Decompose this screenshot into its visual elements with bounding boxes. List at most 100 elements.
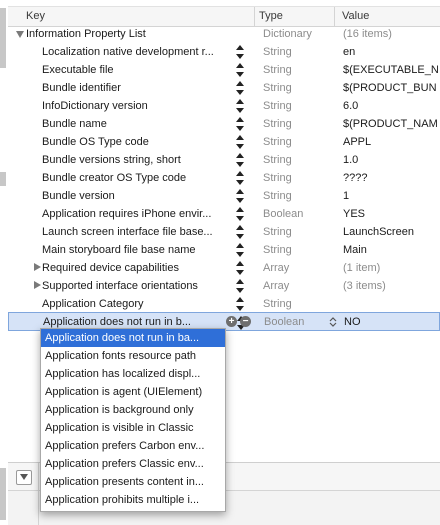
- plist-row[interactable]: Localization native development r... Stri…: [8, 43, 440, 61]
- row-type[interactable]: Array: [263, 280, 289, 292]
- row-key[interactable]: Required device capabilities: [42, 262, 179, 274]
- scroll-segment[interactable]: [0, 468, 6, 520]
- row-type[interactable]: String: [263, 172, 292, 184]
- disclosure-triangle-icon[interactable]: [16, 31, 24, 38]
- remove-circle-icon[interactable]: −: [240, 316, 251, 327]
- row-key[interactable]: Bundle version: [42, 190, 115, 202]
- row-key[interactable]: Main storyboard file base name: [42, 244, 195, 256]
- add-circle-icon[interactable]: +: [226, 316, 237, 327]
- row-type[interactable]: Array: [263, 262, 289, 274]
- dropdown-item[interactable]: Application prohibits multiple i...: [41, 491, 225, 509]
- row-value[interactable]: en: [343, 46, 355, 58]
- row-key[interactable]: Bundle identifier: [42, 82, 121, 94]
- updown-arrows-icon[interactable]: [236, 63, 244, 77]
- row-key[interactable]: Launch screen interface file base...: [42, 226, 213, 238]
- dropdown-item[interactable]: Application is agent (UIElement): [41, 383, 225, 401]
- row-value[interactable]: (3 items): [343, 280, 386, 292]
- plist-row[interactable]: Bundle version String 1: [8, 187, 440, 205]
- updown-arrows-icon[interactable]: [236, 279, 244, 293]
- row-type[interactable]: String: [263, 64, 292, 76]
- row-key[interactable]: Localization native development r...: [42, 46, 214, 58]
- dropdown-item[interactable]: Application has localized displ...: [41, 365, 225, 383]
- row-type[interactable]: String: [263, 136, 292, 148]
- plist-row[interactable]: Required device capabilities Array (1 item…: [8, 259, 440, 277]
- dropdown-item[interactable]: Application presents content in...: [41, 473, 225, 491]
- row-value[interactable]: YES: [343, 208, 365, 220]
- plist-row[interactable]: Main storyboard file base name String Main: [8, 241, 440, 259]
- updown-arrows-icon[interactable]: [236, 99, 244, 113]
- column-divider[interactable]: [254, 7, 255, 26]
- row-type[interactable]: String: [263, 118, 292, 130]
- row-value[interactable]: (1 item): [343, 262, 380, 274]
- plist-row[interactable]: Launch screen interface file base... Stri…: [8, 223, 440, 241]
- scroll-segment[interactable]: [0, 8, 6, 68]
- row-value[interactable]: $(PRODUCT_NAM: [343, 118, 438, 130]
- plist-row[interactable]: Bundle identifier String $(PRODUCT_BUN: [8, 79, 440, 97]
- row-key[interactable]: Supported interface orientations: [42, 280, 198, 292]
- collapse-button[interactable]: [16, 470, 32, 485]
- row-key[interactable]: Application requires iPhone envir...: [42, 208, 211, 220]
- plist-row[interactable]: Application Category String: [8, 295, 440, 313]
- row-type[interactable]: String: [263, 190, 292, 202]
- row-type[interactable]: String: [263, 46, 292, 58]
- row-value[interactable]: LaunchScreen: [343, 226, 414, 238]
- updown-arrows-icon[interactable]: [236, 117, 244, 131]
- plist-row[interactable]: Supported interface orientations Array (3 …: [8, 277, 440, 295]
- plist-row[interactable]: Bundle name String $(PRODUCT_NAM: [8, 115, 440, 133]
- plist-row[interactable]: Application requires iPhone envir... Bool…: [8, 205, 440, 223]
- row-key[interactable]: Bundle creator OS Type code: [42, 172, 186, 184]
- row-key[interactable]: Bundle versions string, short: [42, 154, 181, 166]
- row-key[interactable]: InfoDictionary version: [42, 100, 148, 112]
- dropdown-item[interactable]: Application does not run in ba...: [41, 329, 225, 347]
- row-type[interactable]: Dictionary: [263, 28, 312, 40]
- updown-arrows-icon[interactable]: [236, 135, 244, 149]
- row-type[interactable]: String: [263, 100, 292, 112]
- row-type[interactable]: String: [263, 244, 292, 256]
- row-value[interactable]: 1: [343, 190, 349, 202]
- scroll-segment[interactable]: [0, 172, 6, 186]
- updown-chevron-icon[interactable]: [329, 316, 337, 328]
- key-column-header[interactable]: Key: [26, 10, 45, 22]
- plist-row[interactable]: Bundle versions string, short String 1.0: [8, 151, 440, 169]
- updown-arrows-icon[interactable]: [236, 225, 244, 239]
- row-value[interactable]: 1.0: [343, 154, 358, 166]
- dropdown-item[interactable]: Application prefers Carbon env...: [41, 437, 225, 455]
- column-divider[interactable]: [334, 7, 335, 26]
- row-key[interactable]: Bundle OS Type code: [42, 136, 149, 148]
- row-type[interactable]: String: [263, 82, 292, 94]
- plist-row[interactable]: InfoDictionary version String 6.0: [8, 97, 440, 115]
- row-value[interactable]: 6.0: [343, 100, 358, 112]
- updown-arrows-icon[interactable]: [236, 81, 244, 95]
- row-value[interactable]: $(PRODUCT_BUN: [343, 82, 437, 94]
- plist-row[interactable]: Bundle creator OS Type code String????: [8, 169, 440, 187]
- row-key[interactable]: Application Category: [42, 298, 144, 310]
- updown-arrows-icon[interactable]: [236, 153, 244, 167]
- row-key[interactable]: Executable file: [42, 64, 114, 76]
- plist-row[interactable]: Executable file String $(EXECUTABLE_N: [8, 61, 440, 79]
- row-value[interactable]: NO: [344, 316, 361, 328]
- row-value[interactable]: ????: [343, 172, 367, 184]
- row-value[interactable]: APPL: [343, 136, 371, 148]
- plist-row[interactable]: Bundle OS Type code String APPL: [8, 133, 440, 151]
- updown-arrows-icon[interactable]: [236, 207, 244, 221]
- row-type[interactable]: Boolean: [263, 208, 303, 220]
- key-suggestion-dropdown[interactable]: Application does not run in ba... Applica…: [40, 328, 226, 512]
- row-key[interactable]: Bundle name: [42, 118, 107, 130]
- dropdown-item[interactable]: Application prefers Classic env...: [41, 455, 225, 473]
- disclosure-triangle-icon[interactable]: [34, 281, 41, 289]
- plist-root-row[interactable]: Information Property List Dictionary (16…: [8, 25, 440, 43]
- dropdown-item[interactable]: Application is background only: [41, 401, 225, 419]
- row-value[interactable]: $(EXECUTABLE_N: [343, 64, 439, 76]
- row-type[interactable]: String: [263, 298, 292, 310]
- value-column-header[interactable]: Value: [342, 10, 369, 22]
- updown-arrows-icon[interactable]: [236, 45, 244, 59]
- dropdown-item[interactable]: Application fonts resource path: [41, 347, 225, 365]
- row-type[interactable]: String: [263, 154, 292, 166]
- updown-arrows-icon[interactable]: [236, 171, 244, 185]
- row-type[interactable]: Boolean: [264, 316, 304, 328]
- type-column-header[interactable]: Type: [259, 10, 283, 22]
- updown-arrows-icon[interactable]: [236, 243, 244, 257]
- dropdown-item[interactable]: Application is visible in Classic: [41, 419, 225, 437]
- row-type[interactable]: String: [263, 226, 292, 238]
- updown-arrows-icon[interactable]: [236, 297, 244, 311]
